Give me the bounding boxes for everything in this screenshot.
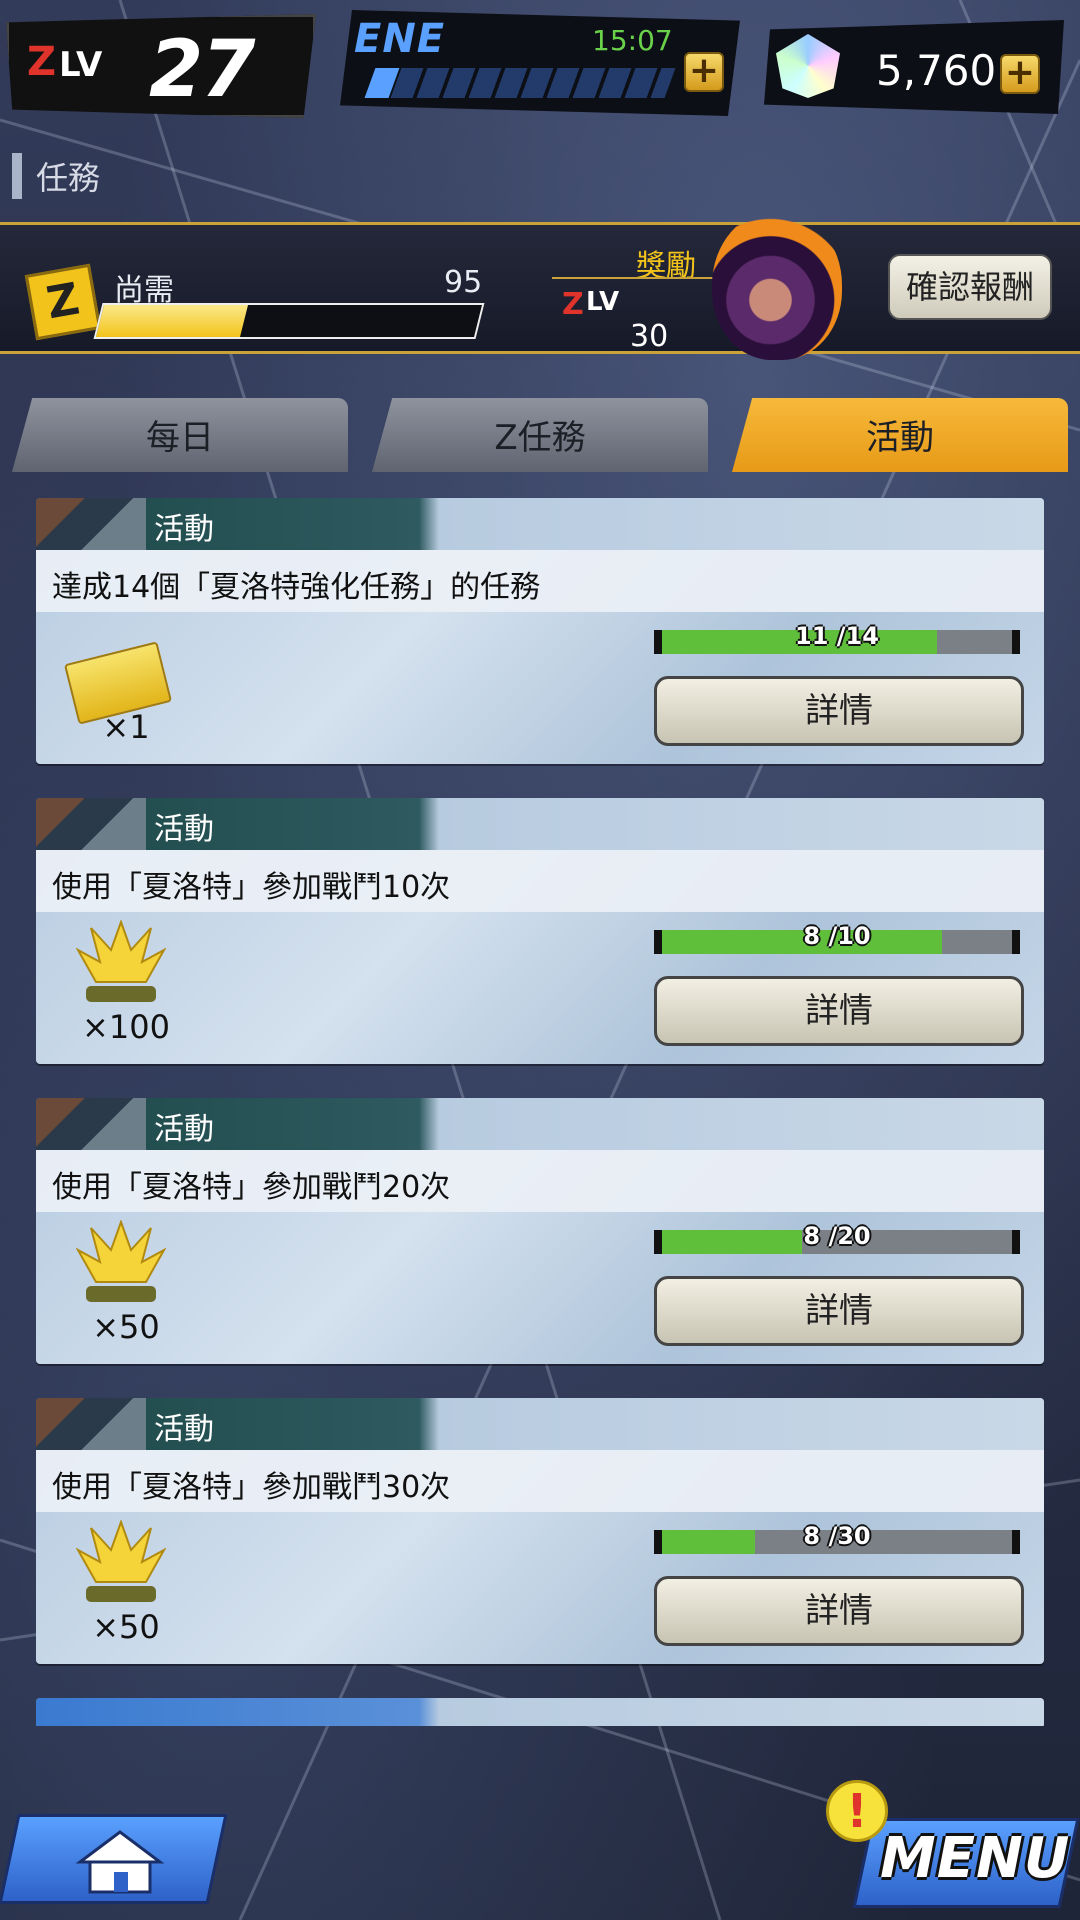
- energy-timer: 15:07: [592, 24, 673, 57]
- reward-level: 30: [630, 319, 669, 354]
- player-level-panel: Z LV 27: [6, 14, 316, 118]
- page-title: 任務: [12, 152, 100, 200]
- character-thumbnail: [36, 1398, 146, 1450]
- mission-card: 活動 使用「夏洛特」參加戰鬥30次 ×50 8 /30 詳情: [36, 1398, 1044, 1664]
- reward-lv-label: LV: [586, 287, 620, 317]
- mission-title-row: 使用「夏洛特」參加戰鬥10次: [36, 850, 1044, 912]
- mission-progress-text: 8 /30: [803, 1522, 871, 1550]
- details-button[interactable]: 詳情: [654, 676, 1024, 746]
- level-progress-fill: [96, 305, 248, 337]
- mission-title: 達成14個「夏洛特強化任務」的任務: [52, 570, 541, 605]
- zlv-z-label: Z: [27, 39, 57, 85]
- need-value: 95: [444, 265, 483, 300]
- mission-tag: 活動: [154, 1112, 214, 1147]
- mission-progress-text: 8 /10: [803, 922, 871, 950]
- mission-progress-text: 11 /14: [795, 622, 879, 650]
- mission-tag: 活動: [154, 1412, 214, 1447]
- gem-count: 5,760: [876, 46, 997, 95]
- reward-quantity: ×50: [92, 1308, 160, 1346]
- mission-tag: 活動: [154, 812, 214, 847]
- mission-title: 使用「夏洛特」參加戰鬥20次: [52, 1170, 451, 1205]
- title-accent-bar: [12, 153, 22, 199]
- mission-card-partial: [36, 1698, 1044, 1726]
- energy-bar: [364, 68, 676, 98]
- card-header: [36, 1698, 1044, 1726]
- mission-title-row: 使用「夏洛特」參加戰鬥30次: [36, 1450, 1044, 1512]
- mission-title: 使用「夏洛特」參加戰鬥30次: [52, 1470, 451, 1505]
- tab-daily[interactable]: 每日: [12, 398, 348, 472]
- details-button[interactable]: 詳情: [654, 1276, 1024, 1346]
- status-bar: Z LV 27 ENE 15:07 + 5,760 +: [0, 0, 1080, 130]
- confirm-reward-button[interactable]: 確認報酬: [888, 254, 1052, 320]
- mission-title-row: 使用「夏洛特」參加戰鬥20次: [36, 1150, 1044, 1212]
- page-title-text: 任務: [36, 159, 101, 197]
- mission-card: 活動 使用「夏洛特」參加戰鬥20次 ×50 8 /20 詳情: [36, 1098, 1044, 1364]
- player-level: 27: [149, 25, 256, 115]
- energy-label: ENE: [354, 16, 446, 62]
- mission-tabs: 每日 Z任務 活動: [12, 398, 1068, 472]
- mission-title: 使用「夏洛特」參加戰鬥10次: [52, 870, 451, 905]
- add-energy-button[interactable]: +: [684, 52, 724, 92]
- tab-event[interactable]: 活動: [732, 398, 1068, 472]
- reward-quantity: ×100: [82, 1008, 170, 1046]
- chrono-crystal-icon: [776, 34, 840, 98]
- energy-bar-fill: [364, 68, 400, 98]
- reward-quantity: ×50: [92, 1608, 160, 1646]
- aura-icon: [76, 920, 166, 1002]
- reward-quantity: ×1: [102, 708, 150, 746]
- character-thumbnail: [36, 798, 146, 850]
- reward-character-portrait: [712, 210, 842, 360]
- mission-card: 活動 使用「夏洛特」參加戰鬥10次 ×100 8 /10 詳情: [36, 798, 1044, 1064]
- z-badge-icon: Z: [24, 263, 102, 341]
- aura-icon: [76, 1520, 166, 1602]
- details-button[interactable]: 詳情: [654, 1576, 1024, 1646]
- character-thumbnail: [36, 1098, 146, 1150]
- mission-progress-text: 8 /20: [803, 1222, 871, 1250]
- zlv-lv-label: LV: [59, 45, 103, 85]
- reward-z-label: Z: [562, 287, 584, 322]
- mission-card: 活動 達成14個「夏洛特強化任務」的任務 ×1 11 /14 詳情: [36, 498, 1044, 764]
- alert-icon: !: [826, 1780, 888, 1842]
- reward-divider: [552, 277, 722, 279]
- details-button[interactable]: 詳情: [654, 976, 1024, 1046]
- home-icon: [75, 1830, 165, 1894]
- menu-label: MENU: [880, 1826, 1071, 1891]
- mission-title-row: 達成14個「夏洛特強化任務」的任務: [36, 550, 1044, 612]
- mission-list[interactable]: 活動 達成14個「夏洛特強化任務」的任務 ×1 11 /14 詳情 活動 使用「…: [36, 498, 1044, 1726]
- tab-z-missions[interactable]: Z任務: [372, 398, 708, 472]
- level-progress-bar: [93, 303, 485, 339]
- aura-icon: [76, 1220, 166, 1302]
- mission-tag: 活動: [154, 512, 214, 547]
- character-thumbnail: [36, 498, 146, 550]
- energy-panel: ENE 15:07: [340, 10, 740, 116]
- add-gems-button[interactable]: +: [1000, 54, 1040, 94]
